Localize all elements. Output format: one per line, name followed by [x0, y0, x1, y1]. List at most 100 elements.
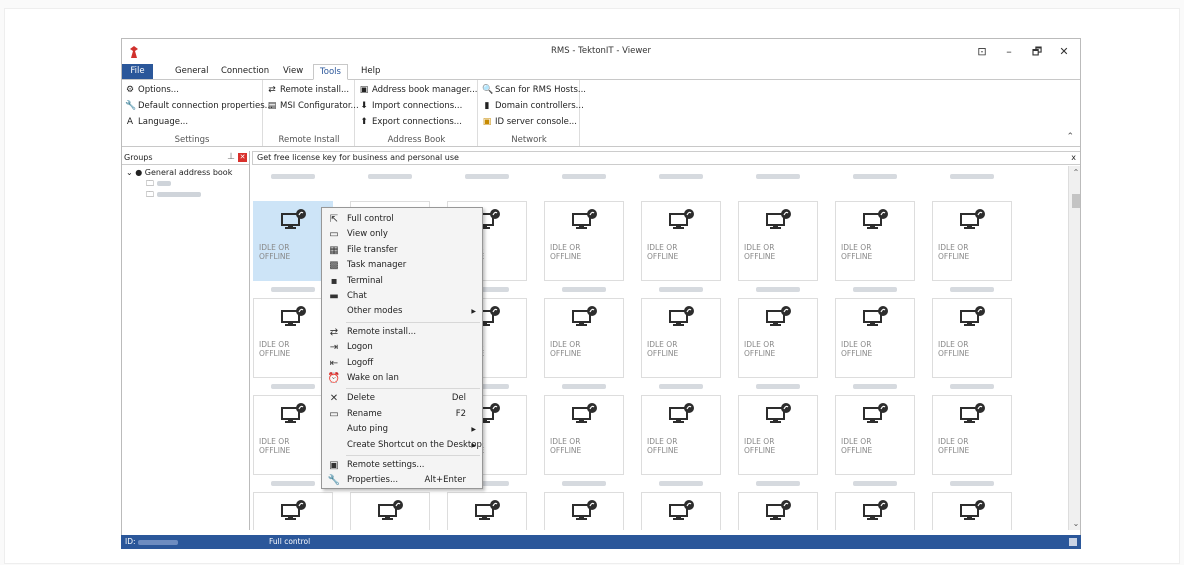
close-button[interactable]: ✕: [1054, 44, 1074, 60]
connection-tile[interactable]: IDLE OROFFLINE: [835, 395, 915, 475]
tab-file[interactable]: File: [122, 64, 153, 80]
tile-name-redacted: [271, 481, 315, 486]
connection-tile[interactable]: [253, 492, 333, 530]
server-icon: ▮: [484, 101, 490, 111]
status-line-2: OFFLINE: [647, 446, 679, 455]
close-panel-icon[interactable]: ✕: [238, 153, 247, 162]
vertical-scrollbar[interactable]: ⌃ ⌄: [1068, 166, 1080, 530]
scroll-down-icon[interactable]: ⌄: [1069, 519, 1080, 528]
tile-name-redacted: [853, 384, 897, 389]
menu-item-remote-install[interactable]: ⇄ Remote install...: [322, 325, 482, 340]
tile-name-redacted: [562, 384, 606, 389]
connection-tile[interactable]: IDLE OROFFLINE: [738, 201, 818, 281]
arrow-down-icon: ⬇: [360, 101, 368, 111]
pin-icon[interactable]: ⊥: [227, 151, 235, 164]
connection-tile[interactable]: IDLE OROFFLINE: [641, 298, 721, 378]
chevron-down-icon[interactable]: ⌄: [126, 168, 133, 177]
refresh-icon: ⇄: [329, 326, 339, 338]
connection-tile[interactable]: IDLE OROFFLINE: [544, 395, 624, 475]
import-connections-button[interactable]: ⬇ Import connections...: [359, 99, 462, 113]
groups-panel: Groups ⊥ ✕ ⌄ ● General address book 🗀 🗀: [122, 151, 250, 530]
restore-ribbon-icon[interactable]: ⊡: [972, 44, 992, 60]
tree-item-folder[interactable]: 🗀: [146, 190, 201, 200]
menu-item-other-modes[interactable]: Other modes ▶: [322, 304, 482, 319]
menu-item-remote-settings[interactable]: ▣ Remote settings...: [322, 458, 482, 473]
menu-item-terminal[interactable]: ▪ Terminal: [322, 274, 482, 289]
connection-tile[interactable]: IDLE OROFFLINE: [738, 298, 818, 378]
delete-icon: ✕: [329, 393, 339, 405]
connection-tile[interactable]: [738, 492, 818, 530]
menu-item-auto-ping[interactable]: Auto ping ▶: [322, 422, 482, 437]
tile-name-redacted: [271, 174, 315, 179]
menu-item-rename[interactable]: ▭ Rename F2: [322, 407, 482, 422]
tile-name-redacted: [659, 384, 703, 389]
connection-tile[interactable]: IDLE OROFFLINE: [641, 201, 721, 281]
minimize-button[interactable]: –: [999, 44, 1019, 60]
id-server-console-button[interactable]: ▣ ID server console...: [482, 115, 577, 129]
connection-tile[interactable]: IDLE OROFFLINE: [835, 201, 915, 281]
msi-configurator-button[interactable]: ▤ MSI Configurator...: [267, 99, 359, 113]
close-info-bar-icon[interactable]: x: [1071, 152, 1076, 164]
status-line-1: IDLE OR: [841, 243, 872, 252]
menu-item-delete[interactable]: ✕ Delete Del: [322, 391, 482, 406]
connection-tile[interactable]: [835, 492, 915, 530]
remote-install-button[interactable]: ⇄ Remote install...: [267, 83, 349, 97]
connection-tile[interactable]: IDLE OROFFLINE: [544, 201, 624, 281]
language-button[interactable]: A Language...: [125, 115, 188, 129]
menu-item-properties[interactable]: 🔧 Properties... Alt+Enter: [322, 473, 482, 488]
license-info-bar[interactable]: Get free license key for business and pe…: [252, 151, 1080, 165]
scan-for-rms-hosts-button[interactable]: 🔍 Scan for RMS Hosts...: [482, 83, 586, 97]
default-connection-properties-button[interactable]: 🔧 Default connection properties...: [125, 99, 273, 113]
connection-tile[interactable]: [932, 492, 1012, 530]
export-connections-button[interactable]: ⬆ Export connections...: [359, 115, 462, 129]
tab-connection[interactable]: Connection: [215, 64, 275, 80]
connection-tile[interactable]: [544, 492, 624, 530]
menu-item-label: File transfer: [347, 244, 398, 255]
connection-tile[interactable]: IDLE OROFFLINE: [932, 201, 1012, 281]
tab-tools[interactable]: Tools: [313, 64, 348, 80]
language-icon: A: [126, 117, 134, 127]
status-line-1: IDLE OR: [938, 437, 969, 446]
menu-item-task-manager[interactable]: ▩ Task manager: [322, 258, 482, 273]
tab-general[interactable]: General: [169, 64, 215, 80]
maximize-button[interactable]: 🗗: [1027, 44, 1047, 60]
tile-name-redacted: [368, 174, 412, 179]
connection-tile[interactable]: IDLE OROFFLINE: [835, 298, 915, 378]
tile-name-redacted: [465, 174, 509, 179]
address-book-manager-button[interactable]: ▣ Address book manager...: [359, 83, 478, 97]
connection-tile[interactable]: [641, 492, 721, 530]
menu-item-label: Logon: [347, 342, 373, 353]
submenu-arrow-icon: ▶: [471, 441, 476, 449]
menu-item-label: Remote settings...: [347, 460, 425, 470]
menu-item-logoff[interactable]: ⇤ Logoff: [322, 356, 482, 371]
connection-tile[interactable]: [350, 492, 430, 530]
connection-tile[interactable]: IDLE OROFFLINE: [932, 395, 1012, 475]
menu-item-wake-on-lan[interactable]: ⏰ Wake on lan: [322, 371, 482, 386]
collapse-ribbon-icon[interactable]: ⌃: [1066, 132, 1074, 142]
scroll-up-icon[interactable]: ⌃: [1069, 168, 1080, 177]
menu-item-logon[interactable]: ⇥ Logon: [322, 340, 482, 355]
menu-item-view-only[interactable]: ▭ View only: [322, 227, 482, 242]
connection-tile[interactable]: IDLE OROFFLINE: [932, 298, 1012, 378]
tree-root[interactable]: ⌄ ● General address book: [126, 168, 232, 178]
connection-tile[interactable]: [447, 492, 527, 530]
connection-tile[interactable]: IDLE OROFFLINE: [544, 298, 624, 378]
tree-item-folder[interactable]: 🗀: [146, 179, 171, 189]
menu-item-full-control[interactable]: ⇱ Full control: [322, 212, 482, 227]
menu-item-file-transfer[interactable]: ▦ File transfer: [322, 243, 482, 258]
tab-help[interactable]: Help: [355, 64, 386, 80]
menu-item-create-shortcut-on-the-desktop[interactable]: Create Shortcut on the Desktop ▶: [322, 438, 482, 453]
computer-monitor-icon: [378, 500, 404, 522]
tile-name-redacted: [659, 287, 703, 292]
options-button[interactable]: ⚙ Options...: [125, 83, 179, 97]
connection-tile[interactable]: IDLE OROFFLINE: [641, 395, 721, 475]
status-id: ID:: [125, 535, 178, 549]
menu-item-label: Chat: [347, 291, 367, 301]
domain-controllers-button[interactable]: ▮ Domain controllers...: [482, 99, 584, 113]
menu-item-chat[interactable]: ▬ Chat: [322, 289, 482, 304]
status-line-1: IDLE OR: [550, 437, 581, 446]
tab-view[interactable]: View: [277, 64, 309, 80]
scroll-thumb[interactable]: [1072, 194, 1080, 208]
computer-monitor-icon: [572, 306, 598, 328]
connection-tile[interactable]: IDLE OROFFLINE: [738, 395, 818, 475]
